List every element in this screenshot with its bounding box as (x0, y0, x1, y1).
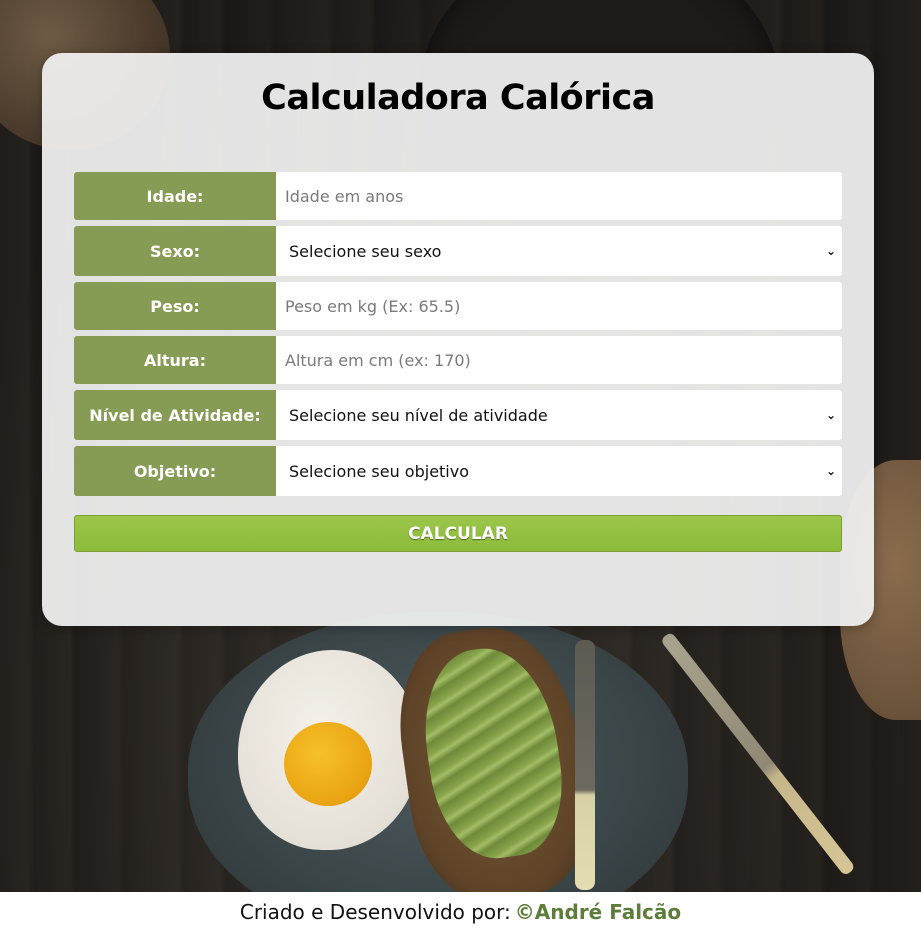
activity-select-value: Selecione seu nível de atividade (289, 405, 548, 425)
footer-author-link[interactable]: ©André Falcão (515, 900, 681, 924)
sex-select[interactable]: Selecione seu sexo ⌄ (276, 226, 842, 276)
activity-label: Nível de Atividade: (74, 390, 276, 440)
chevron-down-icon: ⌄ (825, 408, 836, 422)
goal-select[interactable]: Selecione seu objetivo ⌄ (276, 446, 842, 496)
knife-decoration (575, 640, 595, 890)
weight-label: Peso: (74, 282, 276, 330)
activity-select[interactable]: Selecione seu nível de atividade ⌄ (276, 390, 842, 440)
page-title: Calculadora Calórica (261, 78, 655, 118)
age-row: Idade: Idade em anos (74, 172, 842, 220)
height-input[interactable]: Altura em cm (ex: 170) (276, 336, 842, 384)
calculator-card: Calculadora Calórica Idade: Idade em ano… (42, 53, 874, 626)
footer: Criado e Desenvolvido por: ©André Falcão (0, 892, 921, 932)
goal-label: Objetivo: (74, 446, 276, 496)
chevron-down-icon: ⌄ (825, 464, 836, 478)
age-input[interactable]: Idade em anos (276, 172, 842, 220)
goal-row: Objetivo: Selecione seu objetivo ⌄ (74, 446, 842, 496)
chevron-down-icon: ⌄ (825, 244, 836, 258)
height-label: Altura: (74, 336, 276, 384)
age-label: Idade: (74, 172, 276, 220)
calculate-button[interactable]: CALCULAR (74, 515, 842, 552)
height-row: Altura: Altura em cm (ex: 170) (74, 336, 842, 384)
goal-select-value: Selecione seu objetivo (289, 461, 470, 481)
activity-row: Nível de Atividade: Selecione seu nível … (74, 390, 842, 440)
sex-label: Sexo: (74, 226, 276, 276)
sex-select-value: Selecione seu sexo (289, 241, 442, 261)
sex-row: Sexo: Selecione seu sexo ⌄ (74, 226, 842, 276)
weight-row: Peso: Peso em kg (Ex: 65.5) (74, 282, 842, 330)
footer-credit-text: Criado e Desenvolvido por: (239, 900, 511, 924)
egg-yolk-decoration (284, 722, 372, 806)
weight-input[interactable]: Peso em kg (Ex: 65.5) (276, 282, 842, 330)
